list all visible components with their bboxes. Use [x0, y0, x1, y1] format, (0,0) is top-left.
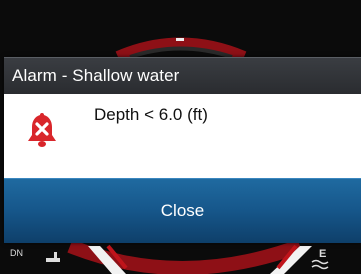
dialog-header: Alarm - Shallow water: [4, 57, 361, 94]
alarm-bell-icon: [28, 113, 56, 147]
alarm-message: Depth < 6.0 (ft): [94, 105, 208, 124]
dialog-body: Depth < 6.0 (ft): [4, 94, 361, 178]
close-button-label: Close: [160, 201, 205, 220]
gauge-label-right: E: [319, 248, 327, 260]
gauge-tick-top: [176, 38, 184, 41]
dialog-title: Alarm - Shallow water: [12, 66, 180, 85]
depth-marker-icon: [46, 258, 60, 262]
gauge-label-left: DN: [10, 248, 23, 258]
alarm-dialog: Alarm - Shallow water Depth < 6.0 (ft) C…: [4, 57, 361, 243]
close-button[interactable]: Close: [4, 178, 361, 243]
